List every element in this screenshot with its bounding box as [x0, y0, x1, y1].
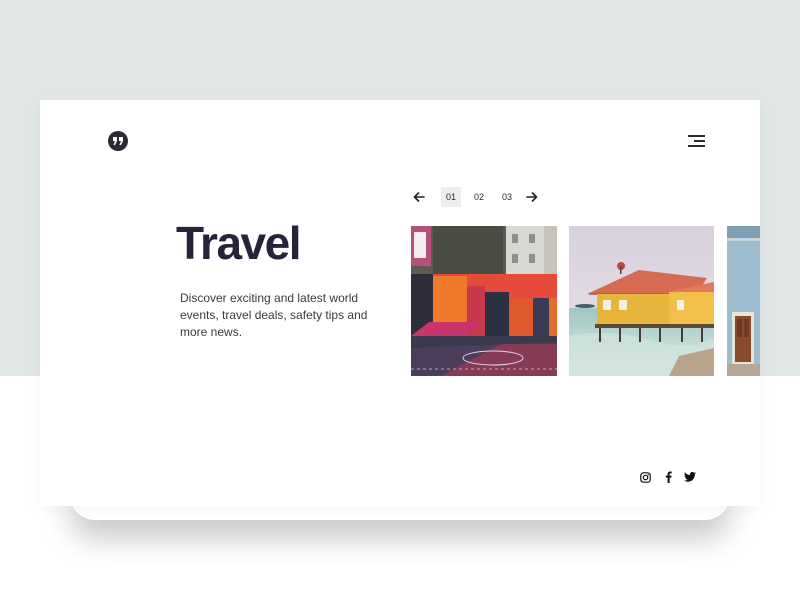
instagram-icon[interactable] — [640, 470, 652, 484]
page-button-01[interactable]: 01 — [441, 187, 461, 207]
arrow-left-icon[interactable] — [410, 186, 428, 208]
page-button-02[interactable]: 02 — [469, 187, 489, 207]
gallery-image-basketball-court[interactable] — [411, 226, 557, 376]
page-title: Travel — [176, 217, 302, 269]
gallery-image-stilt-house[interactable] — [569, 226, 714, 376]
slider-pagination: 01 02 03 — [410, 186, 541, 208]
facebook-icon[interactable] — [665, 470, 673, 484]
hero-description: Discover exciting and latest world event… — [180, 291, 368, 339]
gallery-image-blue-building[interactable] — [727, 226, 760, 376]
page-button-03[interactable]: 03 — [497, 187, 517, 207]
quote-marks-icon[interactable] — [108, 131, 128, 151]
arrow-right-icon[interactable] — [523, 186, 541, 208]
twitter-icon[interactable] — [684, 470, 696, 484]
hero-card: 01 02 03 Travel Discover exciting and la… — [40, 100, 760, 506]
hamburger-menu-icon[interactable] — [685, 133, 705, 149]
